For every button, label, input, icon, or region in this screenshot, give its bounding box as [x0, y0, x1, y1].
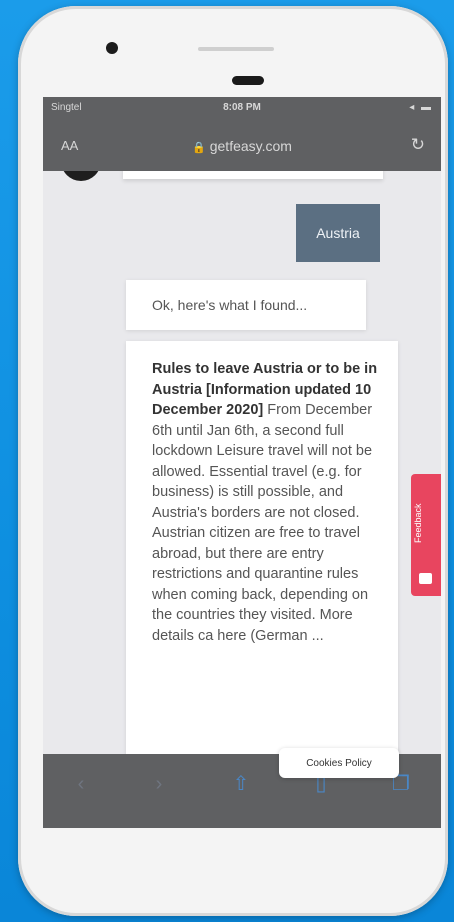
travel-info-bubble: Rules to leave Austria or to be in Austr… — [126, 341, 398, 754]
bot-intro-text: Ok, here's what I found... — [152, 297, 308, 313]
lock-icon: 🔒 — [192, 142, 206, 154]
feedback-label: Feedback — [413, 503, 423, 543]
feedback-icon — [419, 573, 432, 584]
forward-icon[interactable]: › — [147, 772, 171, 796]
battery-icon: ◂ ▬ — [409, 102, 433, 113]
earpiece — [232, 76, 264, 85]
bot-avatar — [61, 171, 101, 181]
status-time: 8:08 PM — [223, 102, 261, 113]
speaker-grill — [198, 47, 274, 51]
user-message-bubble: Austria — [296, 204, 380, 262]
user-message-text: Austria — [316, 225, 360, 241]
feedback-tab[interactable]: Feedback — [411, 474, 441, 596]
previous-message-bubble — [123, 171, 383, 179]
chat-area[interactable]: Austria Ok, here's what I found... Rules… — [43, 171, 441, 754]
url-text: getfeasy.com — [209, 138, 292, 154]
share-icon[interactable]: ⇧ — [229, 772, 253, 796]
cookies-policy-button[interactable]: Cookies Policy — [279, 748, 399, 778]
bot-message-bubble: Ok, here's what I found... — [126, 280, 366, 330]
info-body: From December 6th until Jan 6th, a secon… — [152, 402, 373, 644]
reload-icon[interactable]: ↻ — [411, 135, 425, 155]
status-bar: Singtel 8:08 PM ◂ ▬ — [43, 97, 441, 119]
address-field[interactable]: 🔒 getfeasy.com — [43, 138, 441, 154]
cookies-label: Cookies Policy — [306, 757, 372, 769]
back-icon[interactable]: ‹ — [69, 772, 93, 796]
camera — [106, 42, 118, 54]
browser-url-bar[interactable]: AA 🔒 getfeasy.com ↻ — [43, 119, 441, 171]
phone-screen: Singtel 8:08 PM ◂ ▬ AA 🔒 getfeasy.com ↻ A… — [43, 97, 441, 828]
